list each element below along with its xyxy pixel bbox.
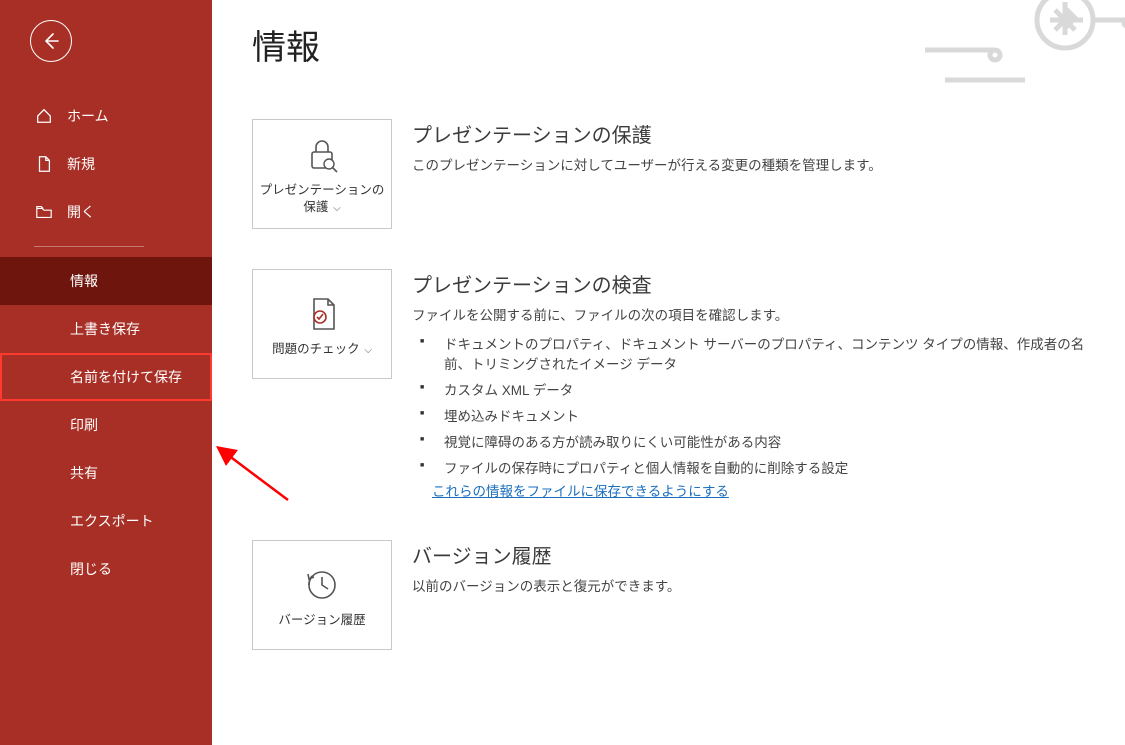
sidebar-label: ホーム <box>67 106 109 126</box>
info-section-version-history: バージョン履歴 バージョン履歴 以前のバージョンの表示と復元ができます。 <box>252 540 1105 650</box>
info-section-inspect: 問題のチェック ⌵ プレゼンテーションの検査 ファイルを公開する前に、ファイルの… <box>252 269 1105 500</box>
card-label: 問題のチェック ⌵ <box>272 341 372 358</box>
section-heading: バージョン履歴 <box>412 540 1105 569</box>
sidebar-label: 上書き保存 <box>70 319 140 339</box>
main-content: 情報 プレゼンテーションの保護 ⌵ プレゼンテーションの保護 このプレゼンテーシ… <box>212 0 1125 745</box>
sidebar-item-open[interactable]: 開く <box>0 188 212 236</box>
back-arrow-icon <box>41 31 61 51</box>
section-heading: プレゼンテーションの保護 <box>412 119 1105 148</box>
list-item: 埋め込みドキュメント <box>432 402 1105 428</box>
list-item: カスタム XML データ <box>432 376 1105 402</box>
section-description: 以前のバージョンの表示と復元ができます。 <box>412 575 1105 595</box>
history-icon <box>302 566 342 604</box>
sidebar-label: 閉じる <box>70 559 112 579</box>
sidebar-label: 開く <box>67 202 95 222</box>
folder-open-icon <box>35 203 53 221</box>
chevron-down-icon: ⌵ <box>362 345 372 356</box>
sidebar-label: 印刷 <box>70 415 98 435</box>
chevron-down-icon: ⌵ <box>330 203 340 214</box>
section-heading: プレゼンテーションの検査 <box>412 269 1105 298</box>
section-text: バージョン履歴 以前のバージョンの表示と復元ができます。 <box>412 540 1105 601</box>
section-text: プレゼンテーションの保護 このプレゼンテーションに対してユーザーが行える変更の種… <box>412 119 1105 180</box>
info-section-protect: プレゼンテーションの保護 ⌵ プレゼンテーションの保護 このプレゼンテーションに… <box>252 119 1105 229</box>
file-icon <box>35 155 53 173</box>
page-title: 情報 <box>252 20 1105 69</box>
backstage-sidebar: ホーム 新規 開く 情報 上書き保存 名前を付けて保存 印刷 共有 エクスポート… <box>0 0 212 745</box>
card-label: プレゼンテーションの保護 ⌵ <box>259 182 385 216</box>
sidebar-item-export[interactable]: エクスポート <box>0 497 212 545</box>
sidebar-item-home[interactable]: ホーム <box>0 92 212 140</box>
list-item: ドキュメントのプロパティ、ドキュメント サーバーのプロパティ、コンテンツ タイプ… <box>432 330 1105 376</box>
sidebar-item-close[interactable]: 閉じる <box>0 545 212 593</box>
sidebar-divider <box>34 246 144 247</box>
section-description: ファイルを公開する前に、ファイルの次の項目を確認します。 <box>412 304 1105 324</box>
section-text: プレゼンテーションの検査 ファイルを公開する前に、ファイルの次の項目を確認します… <box>412 269 1105 500</box>
sidebar-item-save[interactable]: 上書き保存 <box>0 305 212 353</box>
sidebar-label: 情報 <box>70 271 98 291</box>
section-description: このプレゼンテーションに対してユーザーが行える変更の種類を管理します。 <box>412 154 1105 174</box>
list-item: ファイルの保存時にプロパティと個人情報を自動的に削除する設定 <box>432 454 1105 480</box>
version-history-button[interactable]: バージョン履歴 <box>252 540 392 650</box>
lock-icon <box>302 136 342 174</box>
sidebar-label: 共有 <box>70 463 98 483</box>
back-button[interactable] <box>30 20 72 62</box>
list-item: 視覚に障碍のある方が読み取りにくい可能性がある内容 <box>432 428 1105 454</box>
allow-save-info-link[interactable]: これらの情報をファイルに保存できるようにする <box>432 484 729 499</box>
sidebar-label: 新規 <box>67 154 95 174</box>
check-for-issues-button[interactable]: 問題のチェック ⌵ <box>252 269 392 379</box>
home-icon <box>35 107 53 125</box>
sidebar-label: 名前を付けて保存 <box>70 367 182 387</box>
sidebar-item-share[interactable]: 共有 <box>0 449 212 497</box>
protect-presentation-button[interactable]: プレゼンテーションの保護 ⌵ <box>252 119 392 229</box>
sidebar-item-info[interactable]: 情報 <box>0 257 212 305</box>
card-label: バージョン履歴 <box>278 612 365 629</box>
inspect-bullet-list: ドキュメントのプロパティ、ドキュメント サーバーのプロパティ、コンテンツ タイプ… <box>412 330 1105 480</box>
sidebar-item-save-as[interactable]: 名前を付けて保存 <box>0 353 212 401</box>
sidebar-item-print[interactable]: 印刷 <box>0 401 212 449</box>
sidebar-item-new[interactable]: 新規 <box>0 140 212 188</box>
document-check-icon <box>302 295 342 333</box>
sidebar-label: エクスポート <box>70 511 154 531</box>
